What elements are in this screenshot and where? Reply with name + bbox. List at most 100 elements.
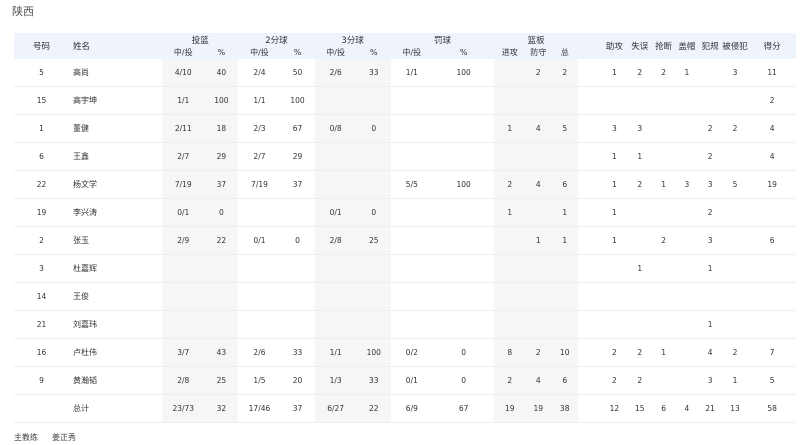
header-pf[interactable]: 犯规	[698, 33, 722, 59]
header-reb: 篮板	[494, 33, 578, 46]
cell-tov: 3	[627, 114, 652, 143]
cell-tov: 2	[627, 338, 652, 367]
cell-three	[314, 282, 357, 311]
cell-ft-pct: 67	[433, 394, 495, 423]
cell-ft-pct: 0	[433, 338, 495, 367]
cell-player-name: 刘嘉玮	[69, 310, 163, 339]
cell-two-pct: 37	[280, 170, 315, 199]
cell-three	[314, 254, 357, 283]
cell-three: 1/3	[314, 366, 357, 395]
cell-three-pct: 25	[356, 226, 391, 255]
cell-pf: 2	[698, 142, 722, 171]
cell-reb-def: 19	[525, 394, 552, 423]
cell-fd: 5	[721, 170, 749, 199]
header-number[interactable]: 号码	[14, 33, 70, 59]
cell-fg-pct: 100	[204, 86, 239, 115]
cell-tov: 2	[627, 170, 652, 199]
spacer-cell	[577, 142, 602, 171]
cell-reb-tot	[551, 86, 578, 115]
cell-ft-pct	[433, 254, 495, 283]
header-two-made-att[interactable]: 中/投	[238, 46, 281, 59]
cell-ft-pct: 100	[433, 170, 495, 199]
cell-stl	[651, 142, 676, 171]
cell-reb-def	[525, 142, 552, 171]
cell-tov: 1	[627, 254, 652, 283]
spacer-cell	[577, 310, 602, 339]
table-row: 1 董健 2/11 18 2/3 67 0/8 0 1 4 5 3 3 2 2 4	[14, 114, 796, 143]
cell-fd	[721, 282, 749, 311]
table-row: 6 王鑫 2/7 29 2/7 29 1 1 2 4	[14, 142, 796, 171]
cell-pf: 2	[698, 114, 722, 143]
cell-two-pct: 33	[280, 338, 315, 367]
cell-tov	[627, 226, 652, 255]
cell-three: 1/1	[314, 338, 357, 367]
cell-reb-off	[494, 310, 526, 339]
header-fg-pct[interactable]: %	[204, 46, 239, 59]
header-two-pct[interactable]: %	[280, 46, 315, 59]
cell-reb-tot: 1	[551, 198, 578, 227]
cell-ft: 6/9	[390, 394, 433, 423]
cell-stl: 2	[651, 226, 676, 255]
cell-three-pct	[356, 142, 391, 171]
spacer-cell	[577, 114, 602, 143]
cell-fg-pct	[204, 254, 239, 283]
header-name[interactable]: 姓名	[69, 33, 163, 59]
cell-ft: 0/2	[390, 338, 433, 367]
table-row: 14 王俊	[14, 282, 796, 311]
cell-pts: 19	[748, 170, 796, 199]
header-reb-tot[interactable]: 总	[551, 46, 578, 59]
cell-blk	[675, 310, 699, 339]
cell-ft	[390, 254, 433, 283]
cell-ast	[601, 86, 628, 115]
cell-ft: 1/1	[390, 59, 433, 87]
cell-ft-pct	[433, 142, 495, 171]
header-pts[interactable]: 得分	[748, 33, 796, 59]
header-reb-off[interactable]: 进攻	[494, 46, 526, 59]
cell-tov: 1	[627, 142, 652, 171]
cell-two: 1/1	[238, 86, 281, 115]
cell-fg-pct: 0	[204, 198, 239, 227]
header-fg: 投篮	[162, 33, 239, 46]
cell-ast: 2	[601, 338, 628, 367]
cell-fg-pct: 43	[204, 338, 239, 367]
header-blk[interactable]: 盖帽	[675, 33, 699, 59]
cell-reb-tot	[551, 254, 578, 283]
header-ft-made-att[interactable]: 中/投	[390, 46, 433, 59]
cell-three: 6/27	[314, 394, 357, 423]
cell-blk	[675, 338, 699, 367]
header-reb-def[interactable]: 防守	[525, 46, 552, 59]
cell-tov: 2	[627, 366, 652, 395]
header-three-made-att[interactable]: 中/投	[314, 46, 357, 59]
header-tov[interactable]: 失误	[627, 33, 652, 59]
header-two: 2分球	[238, 33, 315, 46]
header-ft-pct[interactable]: %	[433, 46, 495, 59]
cell-blk	[675, 114, 699, 143]
cell-stl: 1	[651, 170, 676, 199]
cell-ft	[390, 226, 433, 255]
cell-two-pct: 20	[280, 366, 315, 395]
cell-reb-off	[494, 254, 526, 283]
header-three-pct[interactable]: %	[356, 46, 391, 59]
cell-fg: 4/10	[162, 59, 205, 87]
cell-two-pct: 67	[280, 114, 315, 143]
table-row: 22 杨文学 7/19 37 7/19 37 5/5 100 2 4 6 1 2 1 3 3 5 19	[14, 170, 796, 199]
spacer-cell	[577, 86, 602, 115]
cell-ft	[390, 86, 433, 115]
cell-pts: 6	[748, 226, 796, 255]
cell-fg-pct: 25	[204, 366, 239, 395]
cell-number: 22	[14, 170, 70, 199]
cell-two: 7/19	[238, 170, 281, 199]
header-fd[interactable]: 被侵犯	[721, 33, 749, 59]
header-stl[interactable]: 抢断	[651, 33, 676, 59]
cell-reb-off	[494, 59, 526, 87]
cell-number: 3	[14, 254, 70, 283]
header-ast[interactable]: 助攻	[601, 33, 628, 59]
header-fg-made-att[interactable]: 中/投	[162, 46, 205, 59]
cell-stl	[651, 86, 676, 115]
cell-three-pct	[356, 254, 391, 283]
cell-two-pct	[280, 282, 315, 311]
spacer-cell	[577, 282, 602, 311]
cell-reb-def: 1	[525, 226, 552, 255]
cell-stl: 6	[651, 394, 676, 423]
cell-ft: 5/5	[390, 170, 433, 199]
